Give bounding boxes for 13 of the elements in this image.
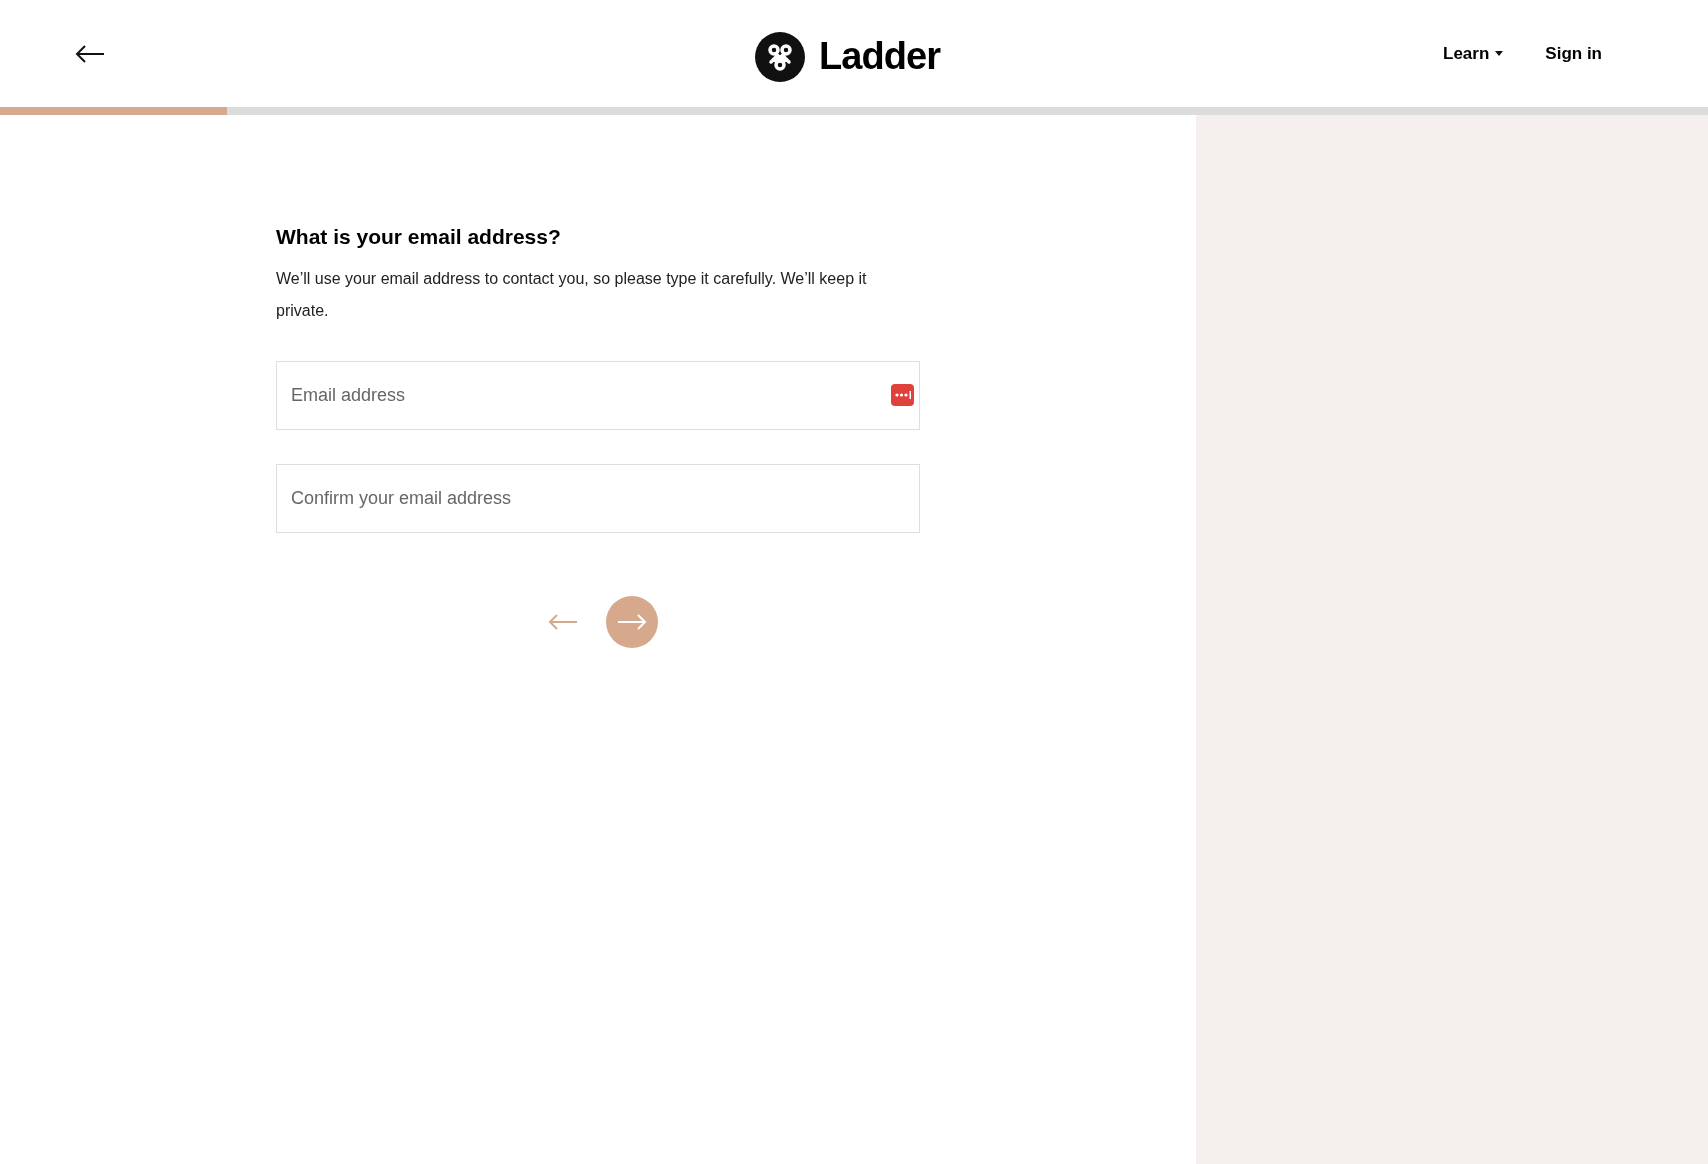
email-field[interactable]: Confirm your email address [276,463,920,533]
caret-icon [1495,51,1504,56]
description-text: We’ll use your email address to contact you, so please type it carefully. We’ll keep it private. [276,268,868,321]
learn-menu[interactable]: Learn [1443,40,1504,67]
question-title: What is your email address? [276,224,562,250]
brand-name: Ladder [819,34,940,79]
email-field[interactable]: Email address [276,360,920,430]
back-arrow-icon [548,612,578,631]
logo-icon [755,31,805,82]
password-manager-icon[interactable] [891,383,914,406]
back-arrow-icon [75,43,105,64]
sign-in-link[interactable]: Sign in [1545,40,1602,67]
forward-arrow-icon [617,612,647,631]
